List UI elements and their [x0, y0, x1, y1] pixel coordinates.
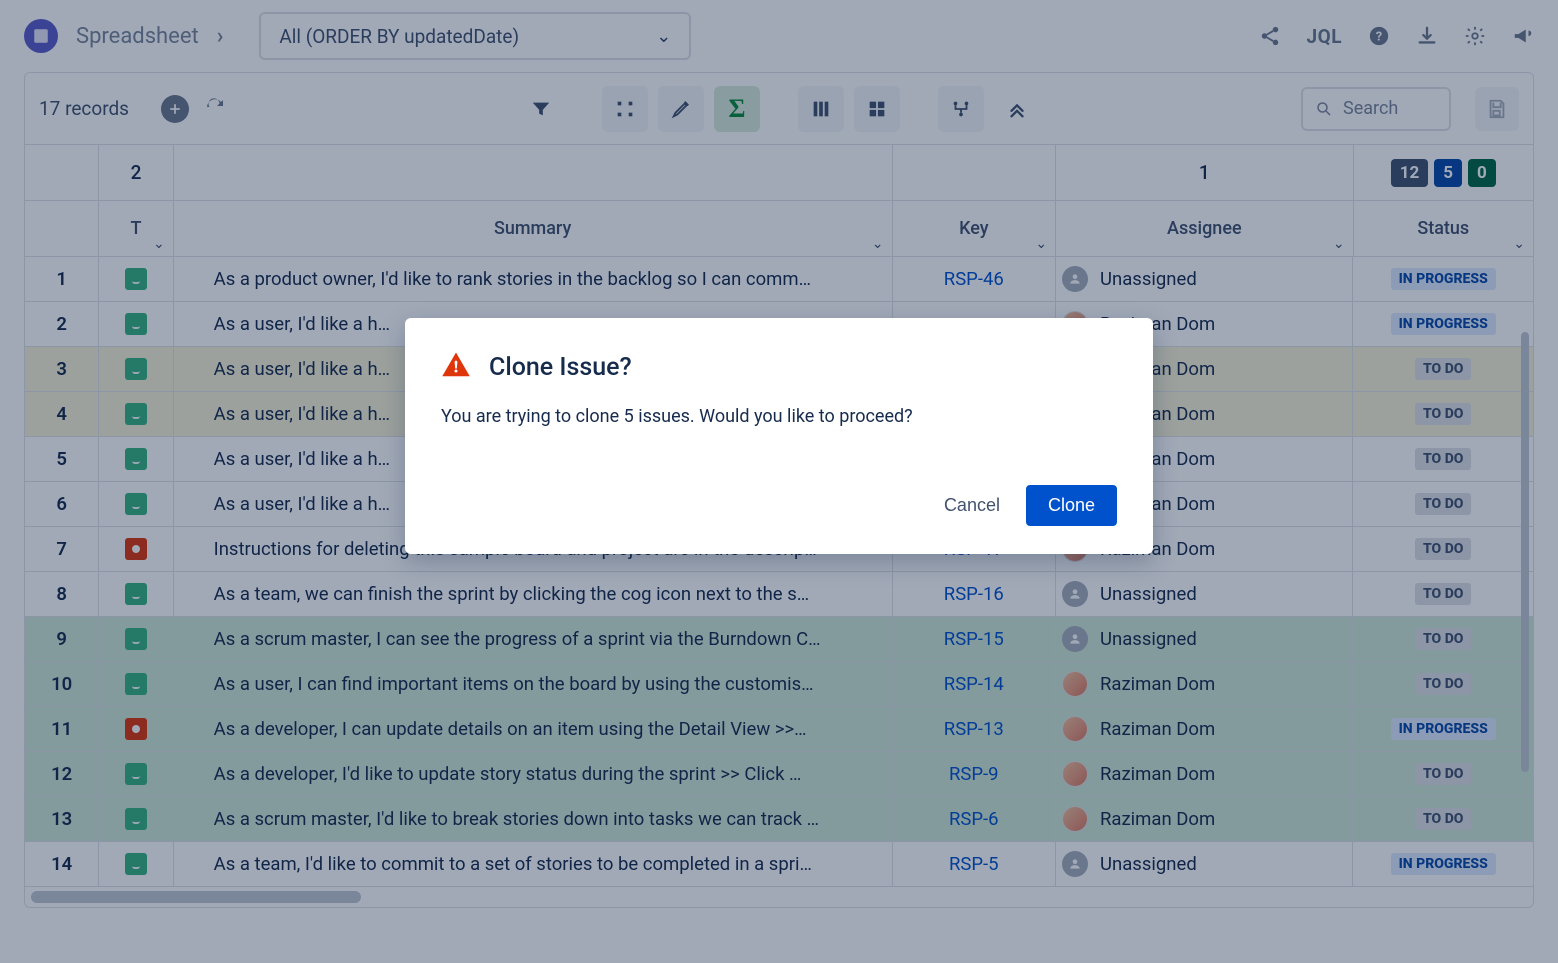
- warning-icon: [441, 350, 471, 384]
- modal-backdrop[interactable]: Clone Issue? You are trying to clone 5 i…: [0, 0, 1558, 963]
- cancel-button[interactable]: Cancel: [944, 495, 1000, 516]
- clone-dialog: Clone Issue? You are trying to clone 5 i…: [405, 318, 1153, 554]
- clone-button[interactable]: Clone: [1026, 485, 1117, 526]
- modal-body: You are trying to clone 5 issues. Would …: [441, 406, 1117, 427]
- modal-title: Clone Issue?: [489, 353, 632, 382]
